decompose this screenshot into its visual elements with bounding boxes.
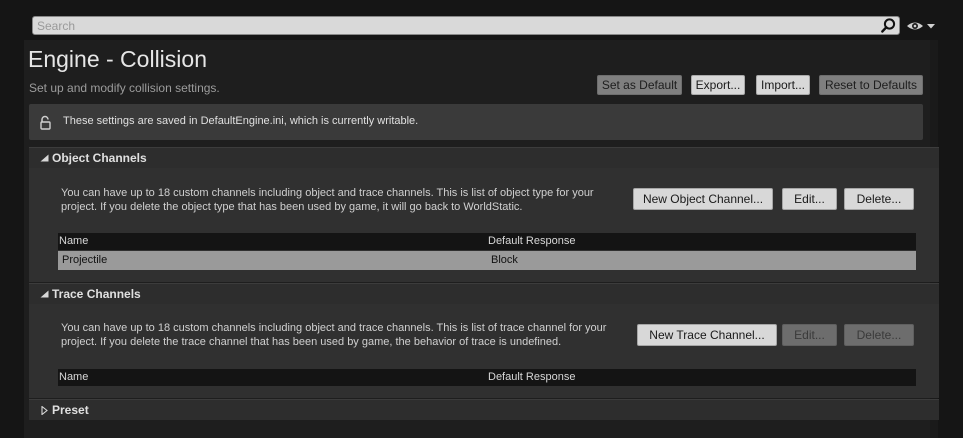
export-button[interactable]: Export... <box>691 75 745 95</box>
delete-object-channel-button[interactable]: Delete... <box>844 188 914 210</box>
page-subtitle: Set up and modify collision settings. <box>29 81 220 95</box>
import-button[interactable]: Import... <box>756 75 810 95</box>
set-as-default-button[interactable]: Set as Default <box>597 75 682 95</box>
config-notice: These settings are saved in DefaultEngin… <box>29 104 923 140</box>
search-input[interactable] <box>37 17 867 34</box>
object-channels-table-header: Name Default Response <box>58 233 916 250</box>
notice-text: These settings are saved in DefaultEngin… <box>63 115 419 127</box>
edit-object-channel-button[interactable]: Edit... <box>782 188 837 210</box>
column-default-response: Default Response <box>488 371 576 383</box>
row-name: Projectile <box>62 254 108 266</box>
eye-icon <box>907 22 923 30</box>
expand-arrow-icon[interactable] <box>40 406 49 415</box>
object-channels-section: You can have up to 18 custom channels in… <box>29 168 939 282</box>
trace-channels-title: Trace Channels <box>52 287 141 301</box>
column-default-response: Default Response <box>488 235 576 247</box>
trace-channels-header[interactable]: Trace Channels <box>29 283 939 304</box>
trace-channels-description: You can have up to 18 custom channels in… <box>61 322 607 348</box>
reset-to-defaults-button[interactable]: Reset to Defaults <box>819 75 923 95</box>
collapse-arrow-icon[interactable] <box>40 290 49 299</box>
trace-channels-section: You can have up to 18 custom channels in… <box>29 304 939 398</box>
edit-trace-channel-button[interactable]: Edit... <box>782 324 837 346</box>
row-default-response: Block <box>491 254 518 266</box>
trace-channels-table-header: Name Default Response <box>58 369 916 386</box>
column-name: Name <box>59 371 89 383</box>
delete-trace-channel-button[interactable]: Delete... <box>844 324 914 346</box>
view-options-button[interactable] <box>906 18 936 34</box>
new-trace-channel-button[interactable]: New Trace Channel... <box>637 324 777 346</box>
dropdown-arrow-icon <box>927 24 935 29</box>
lock-icon <box>40 115 51 130</box>
preset-header[interactable]: Preset <box>29 399 939 420</box>
new-object-channel-button[interactable]: New Object Channel... <box>633 188 773 210</box>
collapse-arrow-icon[interactable] <box>40 154 49 163</box>
preset-title: Preset <box>52 403 89 417</box>
column-name: Name <box>59 235 89 247</box>
page-title: Engine - Collision <box>28 46 207 72</box>
table-row[interactable]: Projectile Block <box>58 251 916 270</box>
object-channels-title: Object Channels <box>52 151 147 165</box>
object-channels-description: You can have up to 18 custom channels in… <box>61 187 594 213</box>
search-bar[interactable] <box>32 16 900 35</box>
object-channels-header[interactable]: Object Channels <box>29 147 939 168</box>
search-icon[interactable] <box>880 17 897 34</box>
